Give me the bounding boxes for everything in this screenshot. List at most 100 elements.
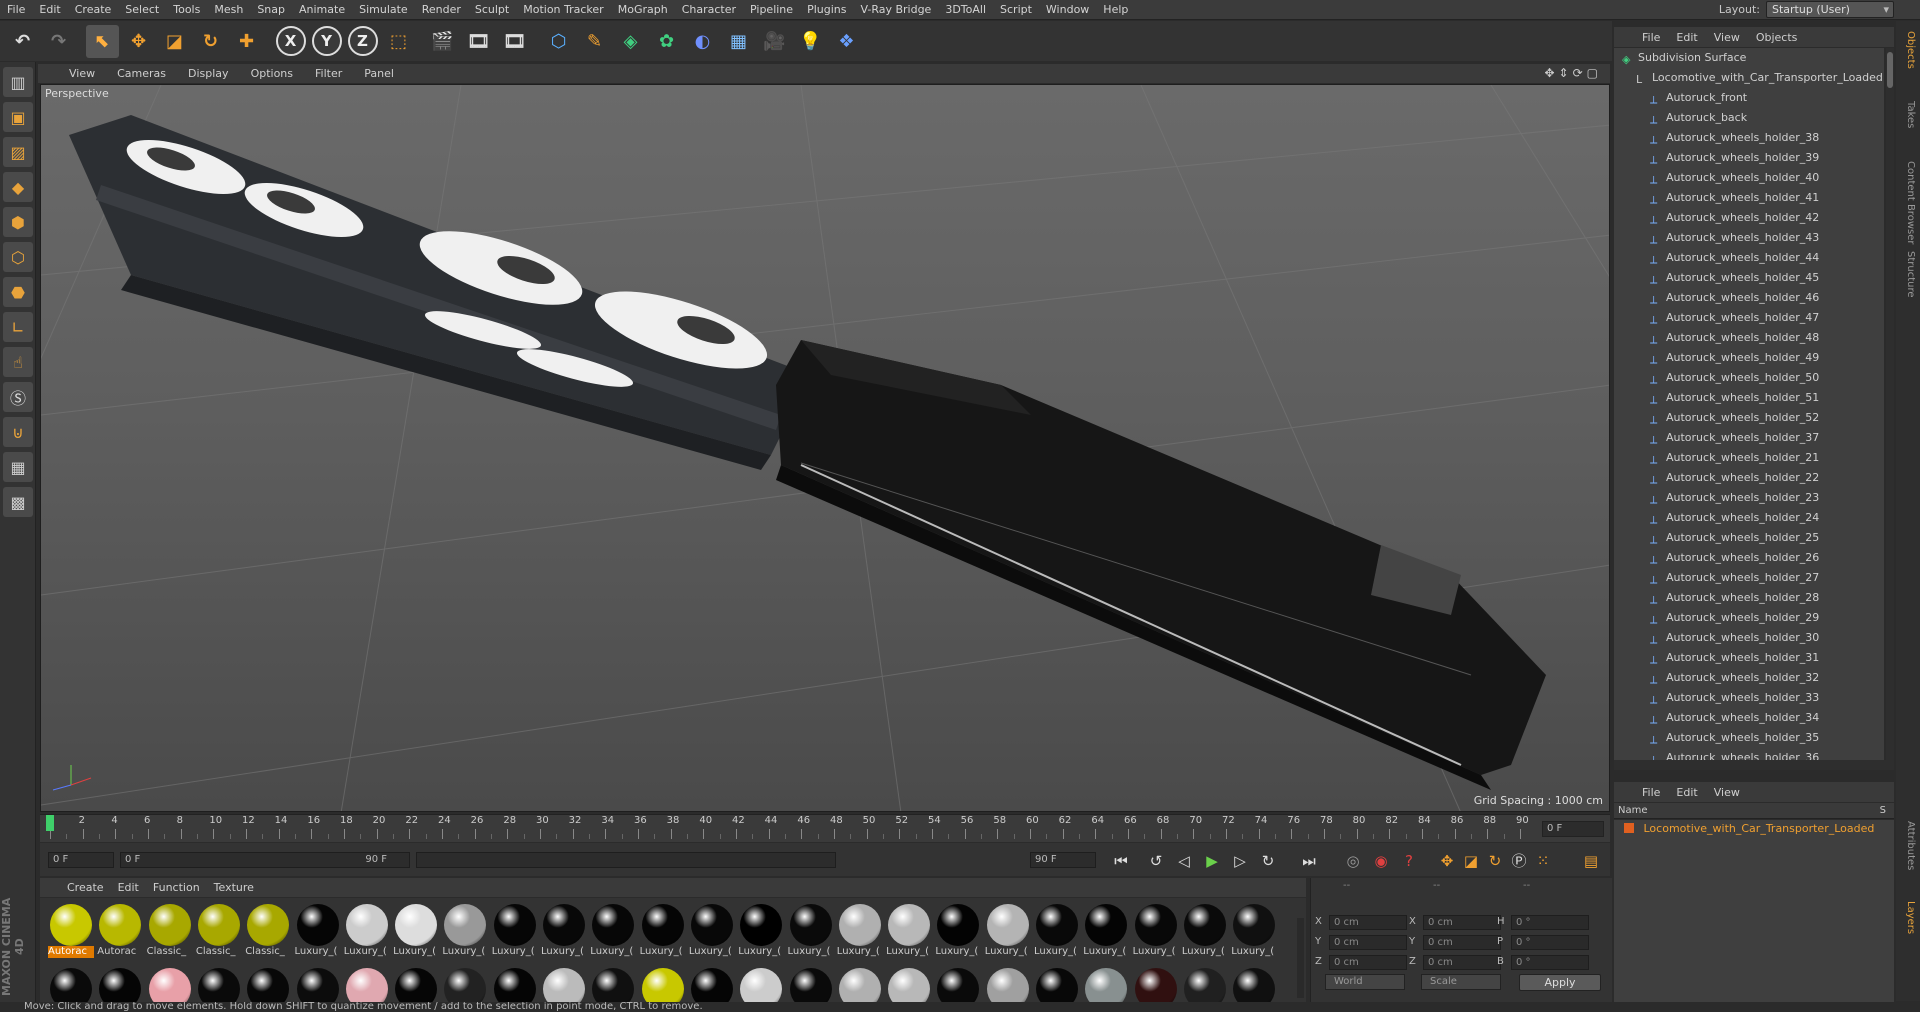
coordinate-value-field[interactable]: 0 °	[1511, 915, 1589, 930]
material-swatch[interactable]	[640, 966, 686, 1004]
object-tree-row[interactable]: ⟂ Autoruck_wheels_holder_48	[1614, 328, 1884, 348]
scale-mode-dropdown[interactable]: Scale	[1421, 974, 1501, 990]
material-swatch[interactable]: Luxury_(	[985, 902, 1031, 960]
tweak-mode-icon[interactable]: ☝	[3, 347, 33, 377]
object-tree-row[interactable]: ⟂ Autoruck_wheels_holder_31	[1614, 648, 1884, 668]
viewport-menu-view[interactable]: View	[58, 67, 106, 80]
menu-script[interactable]: Script	[993, 0, 1039, 20]
grid-snap-icon[interactable]: ▩	[3, 487, 33, 517]
material-swatch[interactable]: Luxury_(	[541, 902, 587, 960]
viewport-navigation-icons[interactable]: ✥⇕⟳▢	[1544, 66, 1602, 80]
mograph-cloner-button[interactable]: ✿	[650, 25, 683, 58]
object-tree-row[interactable]: ⟂ Autoruck_wheels_holder_42	[1614, 208, 1884, 228]
material-swatch[interactable]	[393, 966, 439, 1004]
material-swatch[interactable]: Luxury_(	[738, 902, 784, 960]
material-menu-create[interactable]: Create	[60, 881, 111, 894]
material-menu-function[interactable]: Function	[146, 881, 207, 894]
object-tree-row[interactable]: ⟂ Autoruck_wheels_holder_47	[1614, 308, 1884, 328]
material-menu-texture[interactable]: Texture	[207, 881, 261, 894]
key-rotation-icon[interactable]: ↻	[1484, 850, 1506, 872]
magnet-icon[interactable]: ⊍	[3, 417, 33, 447]
object-tree-scrollbar[interactable]	[1886, 48, 1894, 760]
move-tool-button[interactable]: ✥	[122, 25, 155, 58]
material-swatch[interactable]: Luxury_(	[886, 902, 932, 960]
material-swatch[interactable]: Luxury_(	[393, 902, 439, 960]
menu-select[interactable]: Select	[118, 0, 166, 20]
menu-help[interactable]: Help	[1096, 0, 1135, 20]
timeline-ruler[interactable]: 0246810121416182022242628303234363840424…	[40, 814, 1610, 842]
grid-lock-icon[interactable]: ▦	[3, 452, 33, 482]
material-swatch[interactable]: Classic_	[245, 902, 291, 960]
axis-mode-icon[interactable]: ∟	[3, 312, 33, 342]
undo-button[interactable]: ↶	[6, 25, 39, 58]
key-pla-icon[interactable]: ⁙	[1532, 850, 1554, 872]
material-swatch[interactable]: Luxury_(	[1083, 902, 1129, 960]
texture-mode-icon[interactable]: ▨	[3, 137, 33, 167]
object-tree-row[interactable]: ⟂ Autoruck_wheels_holder_32	[1614, 668, 1884, 688]
python-button[interactable]: ❖	[830, 25, 863, 58]
material-swatch[interactable]: Autorac	[48, 902, 94, 960]
object-tree-row[interactable]: ⟂ Autoruck_wheels_holder_49	[1614, 348, 1884, 368]
material-swatch[interactable]	[147, 966, 193, 1004]
object-tree-row[interactable]: ⟂ Autoruck_wheels_holder_50	[1614, 368, 1884, 388]
side-tab-objects[interactable]: Objects	[1900, 31, 1916, 69]
viewport-menu-filter[interactable]: Filter	[304, 67, 353, 80]
material-swatch[interactable]: Classic_	[147, 902, 193, 960]
material-swatch[interactable]	[689, 966, 735, 1004]
material-swatch[interactable]	[295, 966, 341, 1004]
layer-row[interactable]: Locomotive_with_Car_Transporter_Loaded	[1614, 820, 1894, 838]
apply-button[interactable]: Apply	[1519, 974, 1601, 991]
y-axis-lock-button[interactable]: Y	[310, 25, 343, 58]
material-swatch[interactable]: Luxury_(	[837, 902, 883, 960]
loop-forward-button[interactable]: ↻	[1257, 850, 1279, 872]
material-swatch[interactable]	[97, 966, 143, 1004]
material-swatch[interactable]	[738, 966, 784, 1004]
object-tree-row[interactable]: L Locomotive_with_Car_Transporter_Loaded	[1614, 68, 1884, 88]
material-swatch[interactable]: Luxury_(	[788, 902, 834, 960]
current-frame-field[interactable]: 0 F	[1542, 821, 1604, 837]
object-tree-row[interactable]: ⟂ Autoruck_back	[1614, 108, 1884, 128]
object-tree-row[interactable]: ⟂ Autoruck_wheels_holder_33	[1614, 688, 1884, 708]
object-tree-row[interactable]: ⟂ Autoruck_wheels_holder_45	[1614, 268, 1884, 288]
object-tree-row[interactable]: ⟂ Autoruck_wheels_holder_46	[1614, 288, 1884, 308]
model-mode-icon[interactable]: ▥	[3, 67, 33, 97]
render-view-button[interactable]: 🎬	[426, 25, 459, 58]
goto-start-button[interactable]: ⏮	[1110, 850, 1132, 872]
side-tab-structure[interactable]: Structure	[1900, 251, 1916, 298]
key-scale-icon[interactable]: ◪	[1460, 850, 1482, 872]
record-button[interactable]: ◉	[1370, 850, 1392, 872]
goto-end-button[interactable]: ⏭	[1298, 850, 1320, 872]
rotate-tool-button[interactable]: ↻	[194, 25, 227, 58]
light-button[interactable]: 💡	[794, 25, 827, 58]
material-swatch[interactable]: Luxury_(	[442, 902, 488, 960]
menu-mesh[interactable]: Mesh	[207, 0, 250, 20]
range-track[interactable]	[416, 852, 836, 868]
material-swatch[interactable]: Luxury_(	[295, 902, 341, 960]
side-tab-layers[interactable]: Layers	[1900, 901, 1916, 934]
object-tree-row[interactable]: ⟂ Autoruck_wheels_holder_30	[1614, 628, 1884, 648]
z-axis-lock-button[interactable]: Z	[346, 25, 379, 58]
autokey-button[interactable]: ?	[1398, 850, 1420, 872]
x-axis-lock-button[interactable]: X	[274, 25, 307, 58]
material-swatch[interactable]	[48, 966, 94, 1004]
menu-simulate[interactable]: Simulate	[352, 0, 415, 20]
material-swatch[interactable]	[590, 966, 636, 1004]
coordinate-value-field[interactable]: 0 cm	[1423, 915, 1501, 930]
object-tree-hscrollbar[interactable]	[1614, 760, 1894, 770]
polygons-mode-icon[interactable]: ⬣	[3, 277, 33, 307]
coordinate-system-button[interactable]: ⬚	[382, 25, 415, 58]
live-selection-button[interactable]: ✚	[230, 25, 263, 58]
material-scrollbar[interactable]	[1297, 918, 1304, 998]
viewport-perspective[interactable]: Perspective Grid Spacing : 1000 cm	[40, 84, 1610, 812]
material-swatch[interactable]	[985, 966, 1031, 1004]
menu-window[interactable]: Window	[1039, 0, 1096, 20]
render-settings-button[interactable]: 🎞	[498, 25, 531, 58]
object-tree-row[interactable]: ⟂ Autoruck_wheels_holder_39	[1614, 148, 1884, 168]
menu-snap[interactable]: Snap	[250, 0, 292, 20]
loop-button[interactable]: ↺	[1145, 850, 1167, 872]
menu-3dtoall[interactable]: 3DToAll	[938, 0, 993, 20]
object-tree-row[interactable]: ⟂ Autoruck_wheels_holder_23	[1614, 488, 1884, 508]
object-tree-row[interactable]: ⟂ Autoruck_wheels_holder_37	[1614, 428, 1884, 448]
redo-button[interactable]: ↷	[42, 25, 75, 58]
material-swatch[interactable]	[935, 966, 981, 1004]
